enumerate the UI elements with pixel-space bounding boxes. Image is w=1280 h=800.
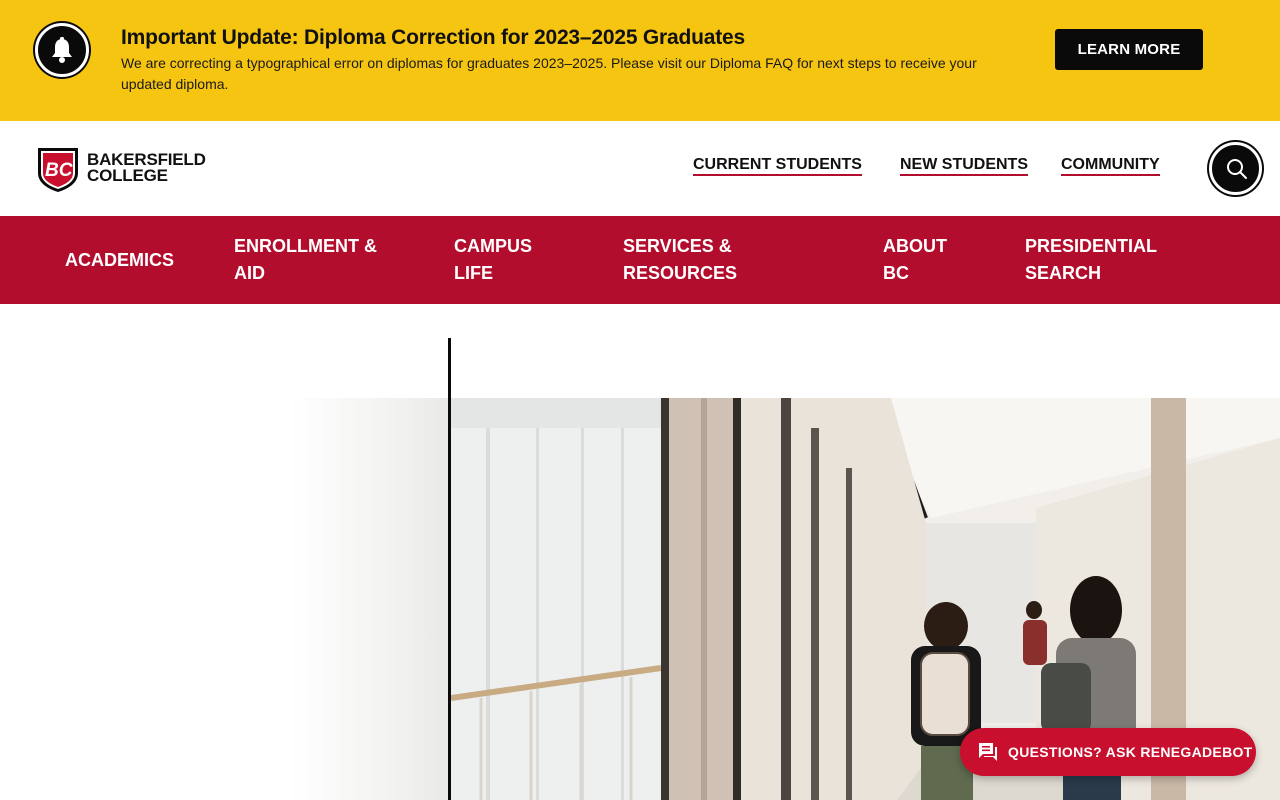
main-nav: ACADEMICS ENROLLMENT & AID CAMPUS LIFE S… <box>0 216 1280 304</box>
nav-item-label: CAMPUS <box>454 236 533 256</box>
nav-item-label: SEARCH <box>1025 263 1102 283</box>
bell-icon <box>35 23 89 77</box>
hero-divider-line <box>448 338 451 800</box>
nav-item-label: ENROLLMENT & <box>234 236 377 256</box>
nav-item-label: ABOUT <box>883 236 947 256</box>
nav-item-presidential-search[interactable]: PRESIDENTIAL SEARCH <box>1025 233 1157 287</box>
alert-title: Important Update: Diploma Correction for… <box>121 26 745 49</box>
renegadebot-chat-button[interactable]: QUESTIONS? ASK RENEGADEBOT <box>960 728 1256 776</box>
logo-wordmark: BAKERSFIELD COLLEGE <box>87 151 206 185</box>
util-link-current-students[interactable]: CURRENT STUDENTS <box>693 155 862 176</box>
nav-item-services-resources[interactable]: SERVICES & RESOURCES <box>623 233 737 287</box>
hero-section <box>0 304 1280 800</box>
alert-body: We are correcting a typographical error … <box>121 55 977 92</box>
util-link-new-students[interactable]: NEW STUDENTS <box>900 155 1028 176</box>
search-button[interactable] <box>1209 142 1262 195</box>
alert-banner: Important Update: Diploma Correction for… <box>0 0 1280 121</box>
nav-item-about-bc[interactable]: ABOUT BC <box>883 233 947 287</box>
nav-item-enrollment-aid[interactable]: ENROLLMENT & AID <box>234 233 377 287</box>
shield-logo-icon: BC <box>38 148 78 192</box>
hero-fade <box>290 398 450 800</box>
chat-icon <box>979 743 997 761</box>
util-link-community[interactable]: COMMUNITY <box>1061 155 1160 176</box>
college-logo[interactable]: BC BAKERSFIELD COLLEGE <box>36 145 226 193</box>
nav-item-label: BC <box>883 263 909 283</box>
nav-item-label: LIFE <box>454 263 493 283</box>
nav-item-label: PRESIDENTIAL <box>1025 236 1158 256</box>
nav-item-label: AID <box>234 263 265 283</box>
nav-item-label: ACADEMICS <box>65 250 175 270</box>
search-icon <box>1227 159 1247 179</box>
nav-item-label: SERVICES & <box>623 236 732 256</box>
site-header: BC BAKERSFIELD COLLEGE CURRENT STUDENTS … <box>0 121 1280 216</box>
learn-more-button[interactable]: LEARN MORE <box>1055 29 1203 70</box>
chat-button-label: QUESTIONS? ASK RENEGADEBOT <box>1008 744 1253 760</box>
nav-item-campus-life[interactable]: CAMPUS LIFE <box>454 233 532 287</box>
logo-line2: COLLEGE <box>87 166 168 185</box>
nav-item-academics[interactable]: ACADEMICS <box>65 247 174 274</box>
nav-item-label: RESOURCES <box>623 263 738 283</box>
svg-text:BC: BC <box>45 160 73 181</box>
